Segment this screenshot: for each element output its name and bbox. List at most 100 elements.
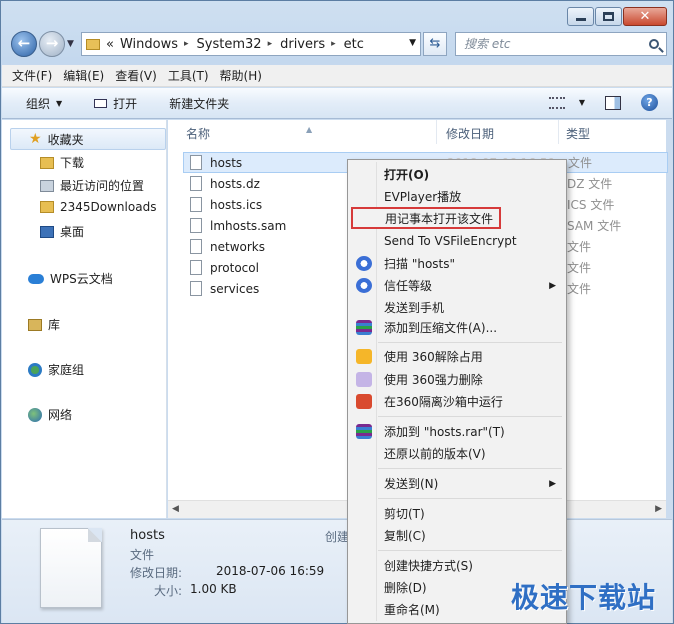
menu-bar: 文件(F) 编辑(E) 查看(V) 工具(T) 帮助(H) [2, 65, 672, 87]
file-preview-icon [40, 528, 102, 608]
sidebar-item-network[interactable]: 网络 [28, 406, 72, 423]
sidebar-item-label: 网络 [48, 408, 73, 422]
help-icon[interactable]: ? [641, 94, 658, 111]
menu-item-open[interactable]: 打开(O) [350, 164, 564, 185]
menu-item-label: 重命名(M) [384, 603, 440, 617]
breadcrumb-system32[interactable]: System32 [197, 37, 262, 52]
address-dropdown-icon[interactable]: ▼ [409, 38, 416, 48]
menu-item-label: 添加到 "hosts.rar"(T) [384, 425, 505, 439]
file-type: DZ 文件 [567, 177, 613, 191]
minimize-button[interactable] [567, 7, 594, 26]
menu-item-label: 删除(D) [384, 581, 427, 595]
breadcrumb-drivers[interactable]: drivers [280, 37, 325, 52]
column-divider[interactable] [558, 120, 559, 144]
scroll-left-icon[interactable]: ◀ [172, 504, 179, 514]
recent-pages-dropdown[interactable]: ▼ [67, 39, 74, 49]
scroll-right-icon[interactable]: ▶ [655, 504, 662, 514]
menu-help[interactable]: 帮助(H) [220, 67, 262, 84]
maximize-button[interactable] [595, 7, 622, 26]
file-name: hosts.dz [210, 176, 260, 191]
sidebar-item-wps-cloud[interactable]: WPS云文档 [28, 270, 113, 287]
menu-view[interactable]: 查看(V) [115, 67, 157, 84]
search-input[interactable]: 搜索 etc [455, 32, 667, 56]
preview-pane-icon[interactable] [605, 95, 621, 110]
close-button[interactable]: ✕ [623, 7, 667, 26]
menu-edit[interactable]: 编辑(E) [63, 67, 104, 84]
library-icon [28, 318, 42, 331]
menu-item-label: 信任等级 [384, 279, 433, 293]
sidebar-item-homegroup[interactable]: 家庭组 [28, 361, 84, 378]
chevron-right-icon[interactable]: ▸ [184, 39, 189, 49]
navigation-pane: ★ 收藏夹 下载 最近访问的位置 2345Downloads 桌面 WPS云文档… [2, 120, 167, 518]
view-options-icon[interactable] [548, 96, 565, 109]
sidebar-item-recent[interactable]: 最近访问的位置 [40, 177, 144, 194]
sidebar-item-library[interactable]: 库 [28, 316, 60, 333]
menu-item-open-with-notepad[interactable]: 用记事本打开该文件 [351, 207, 501, 229]
back-button[interactable]: ← [11, 31, 37, 57]
file-type: 文件 [567, 240, 592, 254]
menu-item-send-to-phone[interactable]: 发送到手机 [350, 297, 564, 318]
chevron-right-icon[interactable]: ▸ [331, 39, 336, 49]
menu-item-scan[interactable]: 扫描 "hosts" [350, 253, 564, 274]
column-date[interactable]: 修改日期 [446, 125, 494, 142]
menu-item-send-to[interactable]: 发送到(N) ▶ [350, 473, 564, 494]
menu-item-360-sandbox[interactable]: 在360隔离沙箱中运行 [350, 391, 564, 412]
chevron-down-icon[interactable]: ▼ [579, 98, 585, 107]
file-type: 文件 [567, 282, 592, 296]
chevron-right-icon[interactable]: ▸ [268, 39, 273, 49]
site-watermark: 极速下载站 [510, 581, 656, 614]
sidebar-item-favorites[interactable]: ★ 收藏夹 [10, 128, 166, 150]
organize-button[interactable]: 组织 ▼ [26, 95, 62, 112]
address-bar[interactable]: « Windows ▸ System32 ▸ drivers ▸ etc ▼ [81, 32, 421, 56]
breadcrumb-overflow[interactable]: « [106, 37, 114, 52]
menu-item-label: 扫描 "hosts" [384, 257, 456, 271]
column-divider[interactable] [436, 120, 437, 144]
menu-item-trust-level[interactable]: 信任等级 ▶ [350, 275, 564, 296]
menu-file[interactable]: 文件(F) [12, 67, 52, 84]
shredder-360-icon [356, 372, 372, 387]
forward-button[interactable]: → [39, 31, 65, 57]
new-folder-button[interactable]: 新建文件夹 [169, 95, 229, 112]
breadcrumb-windows[interactable]: Windows [120, 37, 178, 52]
column-name[interactable]: 名称 [186, 125, 210, 142]
recent-places-icon [40, 179, 54, 192]
open-label: 打开 [113, 96, 138, 111]
sidebar-item-2345downloads[interactable]: 2345Downloads [40, 200, 156, 214]
menu-item-cut[interactable]: 剪切(T) [350, 503, 564, 524]
file-icon [190, 281, 202, 296]
menu-item-restore-versions[interactable]: 还原以前的版本(V) [350, 443, 564, 464]
file-name: hosts.ics [210, 197, 263, 212]
menu-item-label: 添加到压缩文件(A)... [384, 321, 498, 335]
menu-tools[interactable]: 工具(T) [168, 67, 209, 84]
menu-item-vsfileencrypt[interactable]: Send To VSFileEncrypt [350, 230, 564, 251]
close-icon: ✕ [639, 9, 651, 24]
menu-item-add-rar[interactable]: 添加到 "hosts.rar"(T) [350, 421, 564, 442]
sidebar-item-label: WPS云文档 [50, 272, 113, 286]
menu-item-label: 在360隔离沙箱中运行 [384, 395, 503, 409]
search-icon[interactable] [649, 39, 659, 49]
sidebar-item-label: 库 [48, 318, 61, 332]
address-row: ← → ▼ « Windows ▸ System32 ▸ drivers ▸ e… [9, 31, 667, 59]
menu-item-create-shortcut[interactable]: 创建快捷方式(S) [350, 555, 564, 576]
breadcrumb-etc[interactable]: etc [344, 37, 364, 52]
file-name: services [210, 281, 260, 296]
menu-separator [378, 468, 562, 469]
menu-separator [378, 416, 562, 417]
sidebar-item-downloads[interactable]: 下载 [40, 154, 84, 171]
antivirus-icon [356, 256, 372, 271]
caption-buttons: ✕ [566, 7, 667, 26]
file-icon [190, 155, 202, 170]
menu-item-evplayer[interactable]: EVPlayer播放 [350, 186, 564, 207]
column-type[interactable]: 类型 [566, 125, 590, 142]
menu-item-add-archive[interactable]: 添加到压缩文件(A)... [350, 317, 564, 338]
maximize-icon [603, 12, 614, 21]
refresh-button[interactable]: ⇆ [423, 32, 447, 56]
sidebar-item-label: 最近访问的位置 [60, 179, 145, 193]
open-button[interactable]: 打开 [94, 95, 137, 112]
menu-separator [378, 550, 562, 551]
menu-item-360-unlock[interactable]: 使用 360解除占用 [350, 346, 564, 367]
menu-item-copy[interactable]: 复制(C) [350, 525, 564, 546]
menu-item-360-delete[interactable]: 使用 360强力删除 [350, 369, 564, 390]
sidebar-item-desktop[interactable]: 桌面 [40, 223, 84, 240]
menu-separator [378, 498, 562, 499]
